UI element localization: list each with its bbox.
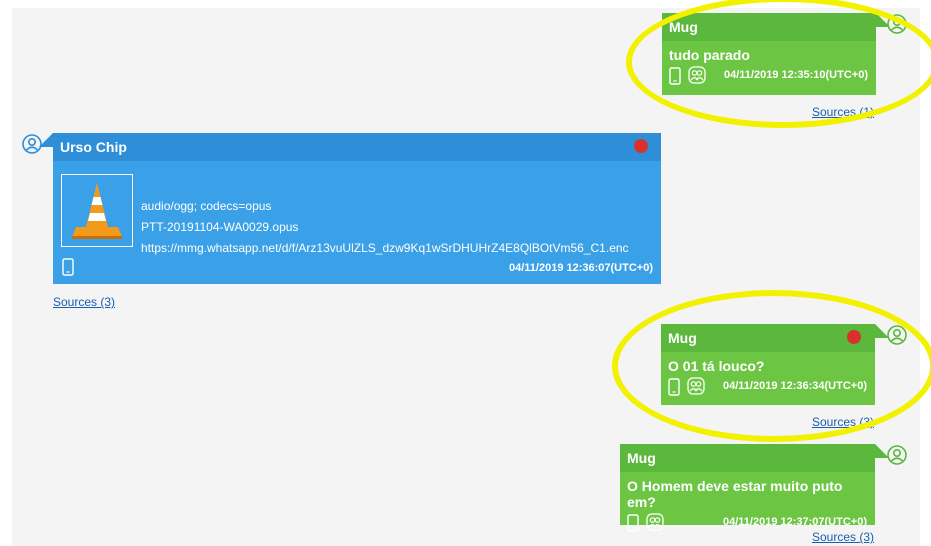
sources-link[interactable]: Sources (3) <box>812 530 874 544</box>
message-sender: Mug <box>620 444 875 472</box>
highlight-ellipse <box>612 290 931 442</box>
attachment-mime: audio/ogg; codecs=opus <box>141 199 272 213</box>
deleted-indicator-dot <box>634 139 648 153</box>
sources-link[interactable]: Sources (3) <box>53 295 115 309</box>
phone-icon <box>62 258 74 276</box>
highlight-ellipse <box>626 0 931 128</box>
message-bubble-outgoing[interactable]: Mug O Homem deve estar muito puto em? 04… <box>620 444 889 532</box>
message-timestamp: 04/11/2019 12:37:07(UTC+0) <box>722 516 867 528</box>
message-bubble-incoming[interactable]: Urso Chip audio/ogg; codecs=opus PTT-201… <box>39 133 661 284</box>
message-text: O Homem deve estar muito puto em? <box>627 478 843 510</box>
attachment-thumbnail[interactable] <box>61 174 133 247</box>
attachment-url[interactable]: https://mmg.whatsapp.net/d/f/Arz13vuUlZL… <box>141 238 629 259</box>
message-timestamp: 04/11/2019 12:36:07(UTC+0) <box>508 262 653 274</box>
message-sender: Urso Chip <box>53 133 661 161</box>
group-icon <box>646 513 664 531</box>
vlc-cone-icon <box>72 183 122 239</box>
attachment-filename: PTT-20191104-WA0029.opus <box>141 220 299 234</box>
user-avatar-icon <box>887 445 907 465</box>
phone-icon <box>627 514 639 532</box>
bubble-tail <box>39 133 53 147</box>
